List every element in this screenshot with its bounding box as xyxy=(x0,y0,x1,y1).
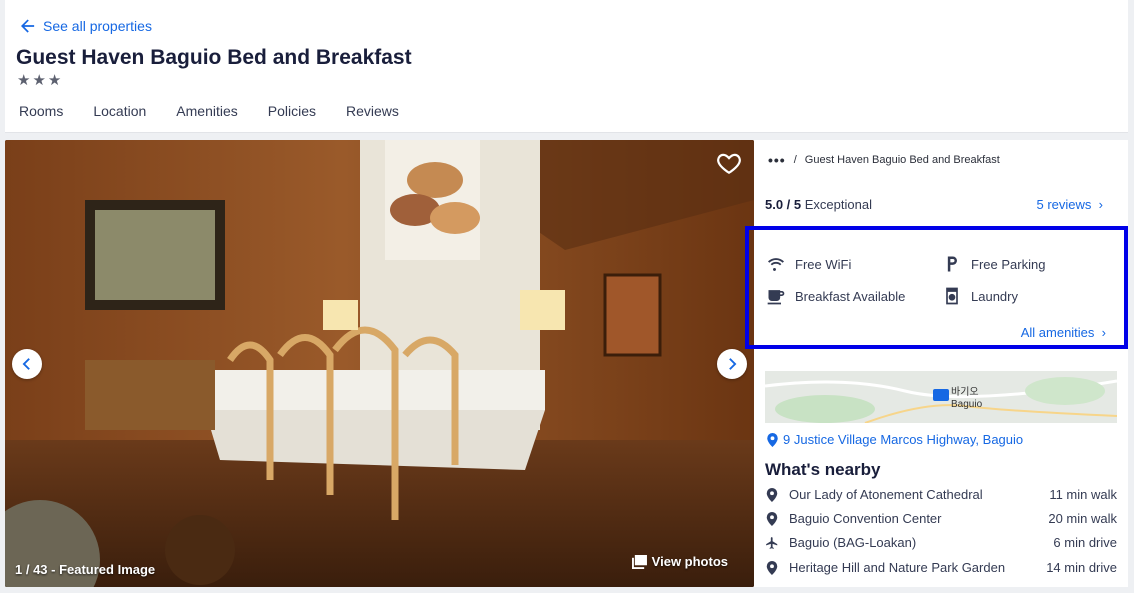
amenity-breakfast: Breakfast Available xyxy=(766,286,905,306)
nearby-distance: 6 min drive xyxy=(1053,535,1117,550)
photo-gallery[interactable]: 1 / 43 - Featured Image View photos xyxy=(5,140,754,587)
heart-icon[interactable] xyxy=(716,150,742,176)
address-text: 9 Justice Village Marcos Highway, Baguio xyxy=(783,432,1024,447)
next-photo-button[interactable] xyxy=(717,349,747,379)
breadcrumb-more-icon[interactable]: ••• xyxy=(768,152,786,168)
tab-reviews[interactable]: Reviews xyxy=(346,103,399,119)
wifi-icon xyxy=(768,258,784,271)
star-icon: ★ xyxy=(32,72,46,89)
map-pin-icon xyxy=(766,560,778,575)
breadcrumb-current: Guest Haven Baguio Bed and Breakfast xyxy=(804,154,1000,166)
view-photos-button[interactable]: View photos xyxy=(631,554,728,569)
previous-photo-button[interactable] xyxy=(12,349,42,379)
reviews-link-label: 5 reviews xyxy=(1036,197,1092,212)
see-all-properties-link[interactable]: See all properties xyxy=(21,18,152,34)
location-map[interactable]: 바기오 Baguio xyxy=(765,371,1117,423)
amenity-free-parking: Free Parking xyxy=(942,254,1045,274)
nearby-name: Heritage Hill and Nature Park Garden xyxy=(789,560,1006,575)
nearby-distance: 20 min walk xyxy=(1048,511,1117,526)
section-tabs: Rooms Location Amenities Policies Review… xyxy=(19,103,429,119)
nearby-item: Our Lady of Atonement Cathedral 11 min w… xyxy=(765,487,1117,502)
address-link[interactable]: 9 Justice Village Marcos Highway, Baguio xyxy=(767,432,1023,447)
view-photos-label: View photos xyxy=(651,554,728,569)
coffee-icon xyxy=(767,290,785,305)
map-label-kr: 바기오 xyxy=(951,386,979,398)
map-pin-icon xyxy=(766,487,778,502)
featured-photo xyxy=(5,140,754,587)
chevron-right-icon: › xyxy=(1095,197,1103,212)
amenity-label: Breakfast Available xyxy=(795,288,906,304)
all-amenities-label: All amenities xyxy=(1020,325,1095,340)
see-all-properties-label: See all properties xyxy=(43,18,152,34)
property-title: Guest Haven Baguio Bed and Breakfast xyxy=(16,46,412,69)
nearby-name: Our Lady of Atonement Cathedral xyxy=(789,487,983,502)
whats-nearby-heading: What's nearby xyxy=(765,460,881,479)
tab-policies[interactable]: Policies xyxy=(268,103,316,119)
property-summary-panel: ••• / Guest Haven Baguio Bed and Breakfa… xyxy=(745,140,1128,587)
nearby-item: Baguio Convention Center 20 min walk xyxy=(765,511,1117,526)
arrow-left-icon xyxy=(21,19,35,33)
map-thumbnail: 바기오 Baguio xyxy=(765,371,1117,423)
map-pin-icon xyxy=(766,511,778,526)
amenity-label: Free WiFi xyxy=(795,256,852,272)
airplane-icon xyxy=(766,536,778,549)
nearby-name: Baguio (BAG-Loakan) xyxy=(789,535,917,550)
map-label: Baguio xyxy=(951,399,983,410)
rating-score: 5.0 / 5 xyxy=(765,197,802,212)
tab-location[interactable]: Location xyxy=(93,103,146,119)
nearby-distance: 14 min drive xyxy=(1046,560,1117,575)
property-header: See all properties Guest Haven Baguio Be… xyxy=(5,0,1128,133)
star-rating: ★ ★ ★ xyxy=(17,71,61,89)
amenity-label: Free Parking xyxy=(971,256,1046,272)
star-icon: ★ xyxy=(17,72,31,89)
rating-label: Exceptional xyxy=(804,197,872,212)
all-amenities-link[interactable]: All amenities › xyxy=(1021,325,1106,340)
breadcrumb-separator: / xyxy=(793,154,797,166)
tab-amenities[interactable]: Amenities xyxy=(176,103,237,119)
nearby-name: Baguio Convention Center xyxy=(789,511,942,526)
laundry-icon xyxy=(946,287,958,305)
chevron-left-icon xyxy=(22,358,30,370)
amenity-free-wifi: Free WiFi xyxy=(766,254,851,274)
parking-icon xyxy=(947,256,957,272)
chevron-right-icon: › xyxy=(1098,325,1106,340)
star-icon: ★ xyxy=(47,72,62,89)
map-pin-icon xyxy=(767,432,778,447)
tab-rooms[interactable]: Rooms xyxy=(19,103,63,119)
nearby-item: Baguio (BAG-Loakan) 6 min drive xyxy=(765,535,1117,550)
amenities-highlight-box: Free WiFi Free Parking Breakfast Availab… xyxy=(745,226,1128,349)
breadcrumb: ••• / Guest Haven Baguio Bed and Breakfa… xyxy=(768,152,1000,168)
nearby-item: Heritage Hill and Nature Park Garden 14 … xyxy=(765,560,1117,575)
guest-rating: 5.0 / 5 Exceptional xyxy=(765,197,872,212)
reviews-link[interactable]: 5 reviews › xyxy=(1037,197,1104,212)
amenity-laundry: Laundry xyxy=(942,286,1018,306)
photos-icon xyxy=(631,554,647,569)
chevron-right-icon xyxy=(729,358,737,370)
amenity-label: Laundry xyxy=(971,288,1018,304)
nearby-distance: 11 min walk xyxy=(1049,487,1117,502)
photo-counter: 1 / 43 - Featured Image xyxy=(15,562,156,577)
